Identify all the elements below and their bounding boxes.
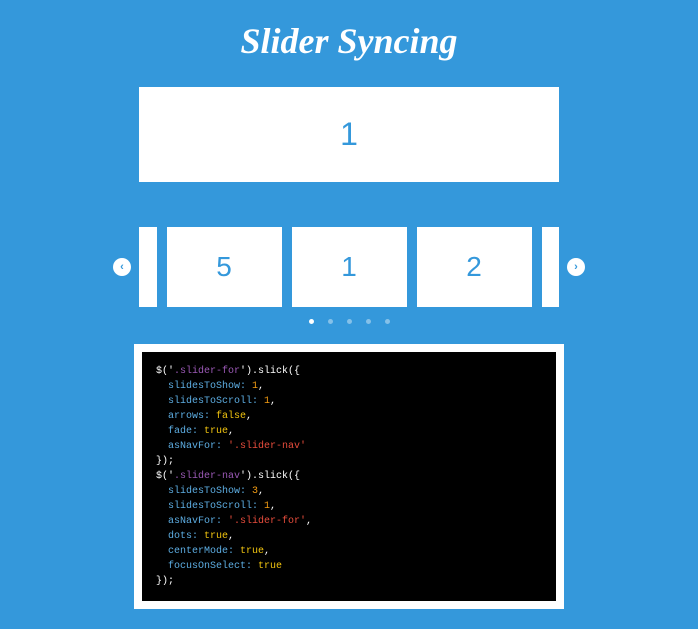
code-content: $('.slider-for').slick({ slidesToShow: 1… [142, 352, 556, 601]
prev-arrow-icon[interactable]: ‹ [113, 258, 131, 276]
nav-slide-partial-left[interactable] [139, 227, 157, 307]
dot[interactable] [366, 319, 371, 324]
slider-for[interactable]: 1 [139, 87, 559, 182]
pagination-dots [0, 319, 698, 324]
nav-slide[interactable]: 2 [417, 227, 532, 307]
page-title: Slider Syncing [0, 20, 698, 62]
slider-nav: ‹ 5 1 2 › [0, 227, 698, 307]
code-block: $('.slider-for').slick({ slidesToShow: 1… [134, 344, 564, 609]
next-arrow-icon[interactable]: › [567, 258, 585, 276]
dot[interactable] [309, 319, 314, 324]
dot[interactable] [385, 319, 390, 324]
nav-track: 5 1 2 [139, 227, 559, 307]
dot[interactable] [328, 319, 333, 324]
nav-slide[interactable]: 5 [167, 227, 282, 307]
dot[interactable] [347, 319, 352, 324]
slider-for-current: 1 [340, 116, 358, 153]
nav-slide[interactable]: 1 [292, 227, 407, 307]
nav-slide-partial-right[interactable] [542, 227, 560, 307]
